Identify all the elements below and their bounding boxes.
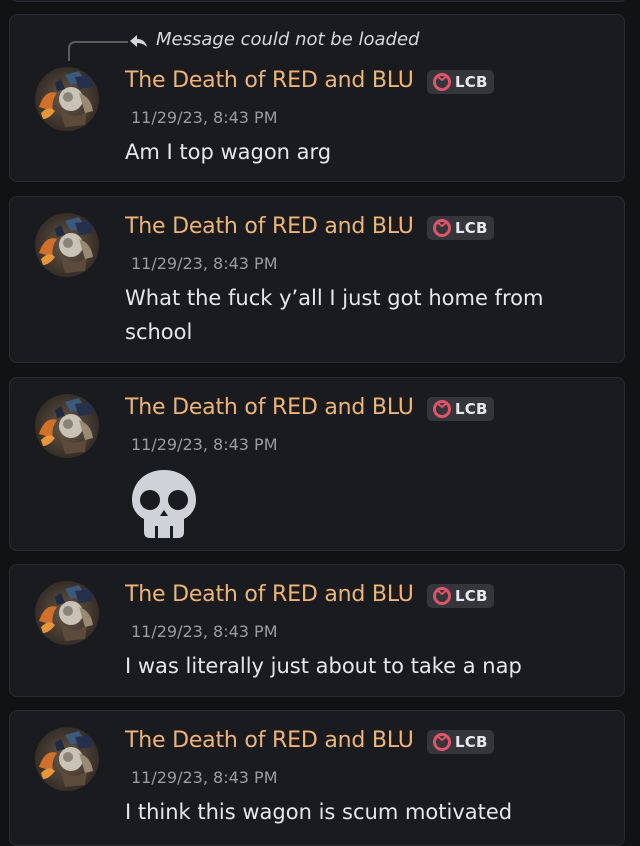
lcb-ring-icon xyxy=(433,73,451,91)
lcb-ring-icon xyxy=(433,587,451,605)
avatar[interactable] xyxy=(35,213,99,277)
guild-tag-label: LCB xyxy=(455,73,488,91)
lcb-ring-icon xyxy=(433,400,451,418)
guild-tag[interactable]: LCB xyxy=(427,397,494,421)
avatar[interactable] xyxy=(35,67,99,131)
username[interactable]: The Death of RED and BLU xyxy=(125,727,414,755)
guild-tag-label: LCB xyxy=(455,733,488,751)
username[interactable]: The Death of RED and BLU xyxy=(125,581,414,609)
timestamp[interactable]: 11/29/23, 8:43 PM xyxy=(131,622,278,642)
guild-tag-label: LCB xyxy=(455,219,488,237)
previous-message-card xyxy=(10,0,628,2)
message-content: What the fuck y’all I just got home from… xyxy=(125,286,544,344)
reply-connector xyxy=(68,41,128,61)
message-card[interactable]: The Death of RED and BLU LCB 11/29/23, 8… xyxy=(9,377,625,551)
message-card[interactable]: The Death of RED and BLU LCB 11/29/23, 8… xyxy=(9,710,625,846)
timestamp[interactable]: 11/29/23, 8:43 PM xyxy=(131,435,278,455)
message-card[interactable]: Message could not be loaded The Death of… xyxy=(9,14,625,182)
guild-tag[interactable]: LCB xyxy=(427,70,494,94)
lcb-ring-icon xyxy=(433,733,451,751)
avatar[interactable] xyxy=(35,394,99,458)
message-card[interactable]: The Death of RED and BLU LCB 11/29/23, 8… xyxy=(9,196,625,363)
guild-tag[interactable]: LCB xyxy=(427,584,494,608)
timestamp[interactable]: 11/29/23, 8:43 PM xyxy=(131,254,278,274)
message-card[interactable]: The Death of RED and BLU LCB 11/29/23, 8… xyxy=(9,564,625,697)
avatar[interactable] xyxy=(35,727,99,791)
guild-tag[interactable]: LCB xyxy=(427,730,494,754)
avatar[interactable] xyxy=(35,581,99,645)
message-content: I was literally just about to take a nap xyxy=(125,654,522,678)
guild-tag[interactable]: LCB xyxy=(427,216,494,240)
guild-tag-label: LCB xyxy=(455,587,488,605)
timestamp[interactable]: 11/29/23, 8:43 PM xyxy=(131,768,278,788)
username[interactable]: The Death of RED and BLU xyxy=(125,394,414,422)
message-content: I think this wagon is scum motivated xyxy=(125,800,513,824)
lcb-ring-icon xyxy=(433,219,451,237)
username[interactable]: The Death of RED and BLU xyxy=(125,213,414,241)
skull-emoji-icon[interactable] xyxy=(126,466,202,542)
message-list: Message could not be loaded The Death of… xyxy=(0,0,640,846)
timestamp[interactable]: 11/29/23, 8:43 PM xyxy=(131,108,278,128)
username[interactable]: The Death of RED and BLU xyxy=(125,67,414,95)
reply-preview-text[interactable]: Message could not be loaded xyxy=(156,27,419,53)
message-content: Am I top wagon arg xyxy=(125,140,332,164)
reply-arrow-icon xyxy=(130,35,147,47)
guild-tag-label: LCB xyxy=(455,400,488,418)
